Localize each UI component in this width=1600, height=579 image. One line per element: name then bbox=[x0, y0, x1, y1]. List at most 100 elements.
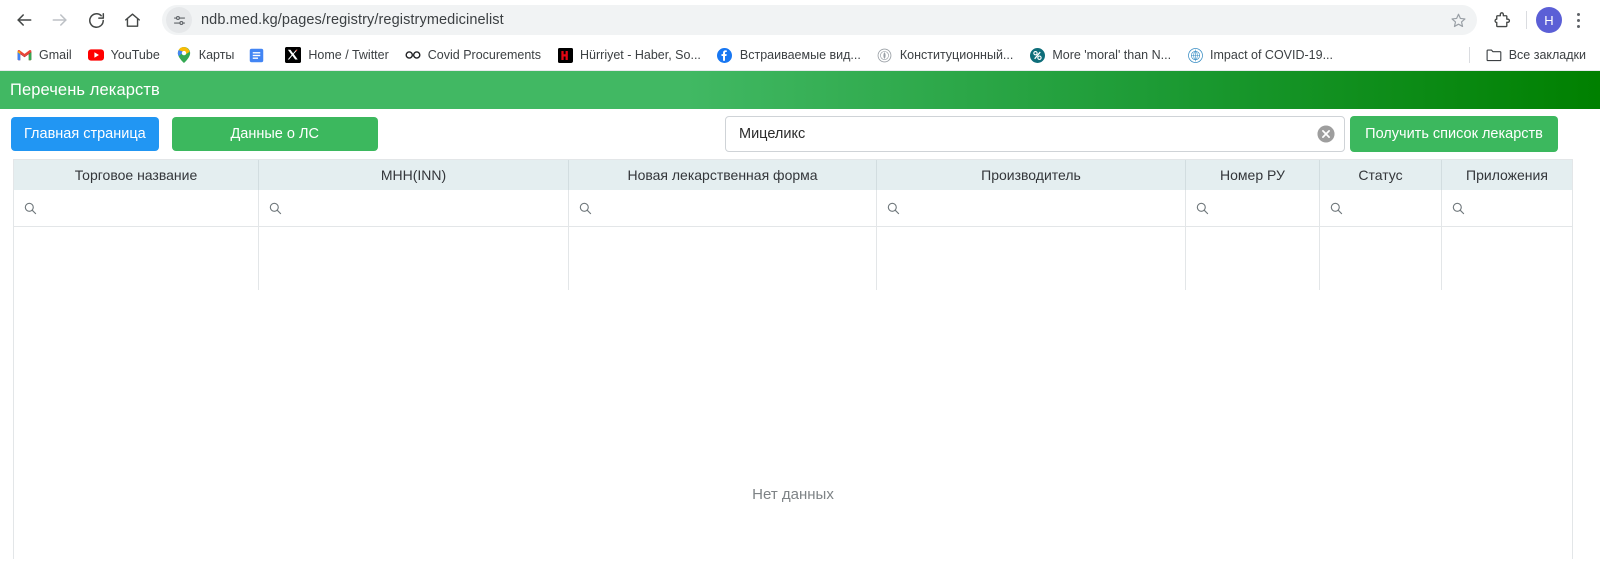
table-empty-area: Нет данных bbox=[13, 290, 1573, 559]
table-body-cell bbox=[14, 227, 259, 290]
avatar[interactable]: H bbox=[1536, 7, 1562, 33]
table-column-filter[interactable] bbox=[569, 190, 877, 226]
table-column-header[interactable]: МНН(INN) bbox=[259, 160, 569, 190]
search-icon bbox=[578, 201, 593, 216]
search-icon bbox=[1329, 201, 1344, 216]
extensions-puzzle-icon[interactable] bbox=[1485, 4, 1517, 36]
bookmark-label: Встраиваемые вид... bbox=[739, 48, 861, 62]
search-icon bbox=[886, 201, 901, 216]
app-header: Перечень лекарств bbox=[0, 71, 1600, 109]
table-column-filter[interactable] bbox=[1320, 190, 1442, 226]
emblem-icon bbox=[877, 47, 893, 63]
bookmark-constitutional[interactable]: Конституционный... bbox=[869, 43, 1022, 67]
bookmarks-bar: Gmail YouTube Карты Home / Twitter Covid… bbox=[0, 40, 1600, 71]
bookmark-gmail[interactable]: Gmail bbox=[8, 43, 80, 67]
page-title: Перечень лекарств bbox=[10, 80, 160, 99]
column-filter-input[interactable] bbox=[905, 199, 1185, 217]
menu-dot bbox=[1576, 18, 1580, 22]
link-chain-icon bbox=[405, 47, 421, 63]
forward-icon[interactable] bbox=[44, 4, 76, 36]
search-icon bbox=[1451, 201, 1466, 216]
bookmark-more-moral[interactable]: More 'moral' than N... bbox=[1021, 43, 1179, 67]
bookmark-docs[interactable] bbox=[242, 43, 277, 67]
table-filter-row bbox=[14, 190, 1572, 227]
empty-message: Нет данных bbox=[752, 486, 834, 503]
drug-data-button[interactable]: Данные о ЛС bbox=[171, 117, 378, 151]
toolbar-divider bbox=[1526, 11, 1527, 29]
medicine-table: Торговое название МНН(INN) Новая лекарстве… bbox=[13, 159, 1573, 290]
who-icon bbox=[1187, 47, 1203, 63]
bookmark-youtube[interactable]: YouTube bbox=[80, 43, 168, 67]
facebook-icon bbox=[717, 47, 733, 63]
bookmark-label: YouTube bbox=[110, 48, 160, 62]
bookmark-label: Карты bbox=[198, 48, 235, 62]
page-settings-icon[interactable] bbox=[166, 7, 192, 33]
table-column-header[interactable]: Статус bbox=[1320, 160, 1442, 190]
bookmark-twitter[interactable]: Home / Twitter bbox=[277, 43, 396, 67]
bookmark-label: Hürriyet - Haber, So... bbox=[580, 48, 701, 62]
google-maps-icon bbox=[176, 47, 192, 63]
omnibox[interactable]: ndb.med.kg/pages/registry/registrymedici… bbox=[162, 5, 1477, 35]
bookmark-label: Home / Twitter bbox=[308, 48, 389, 62]
gmail-icon bbox=[16, 47, 32, 63]
search-field-wrapper[interactable] bbox=[725, 116, 1345, 152]
search-icon bbox=[23, 201, 38, 216]
globe-icon bbox=[1029, 47, 1045, 63]
chrome-right-actions: H bbox=[1485, 4, 1592, 36]
bookmark-impact-covid[interactable]: Impact of COVID-19... bbox=[1179, 43, 1341, 67]
column-filter-input[interactable] bbox=[597, 199, 876, 217]
bookmark-star-icon[interactable] bbox=[1445, 7, 1471, 33]
all-bookmarks-label: Все закладки bbox=[1508, 48, 1586, 62]
search-input[interactable] bbox=[737, 125, 1316, 143]
table-body bbox=[14, 227, 1572, 290]
column-filter-input[interactable] bbox=[1470, 199, 1572, 217]
clear-circle-x-icon[interactable] bbox=[1316, 124, 1336, 144]
table-body-cell bbox=[1320, 227, 1442, 290]
home-page-button[interactable]: Главная страница bbox=[11, 117, 159, 151]
column-filter-input[interactable] bbox=[42, 199, 258, 217]
table-column-header[interactable]: Приложения bbox=[1442, 160, 1572, 190]
bookmark-label: Gmail bbox=[39, 48, 72, 62]
column-filter-input[interactable] bbox=[287, 199, 568, 217]
bookmark-hurriyet[interactable]: Hürriyet - Haber, So... bbox=[549, 43, 709, 67]
table-column-filter[interactable] bbox=[1442, 190, 1572, 226]
table-column-header[interactable]: Торговое название bbox=[14, 160, 259, 190]
three-dot-menu-icon[interactable] bbox=[1564, 4, 1592, 36]
action-bar: Главная страница Данные о ЛС Получить сп… bbox=[0, 109, 1600, 159]
folder-icon bbox=[1486, 47, 1502, 63]
table-column-header[interactable]: Номер РУ bbox=[1186, 160, 1320, 190]
table-body-cell bbox=[1442, 227, 1572, 290]
google-docs-icon bbox=[248, 47, 264, 63]
column-filter-input[interactable] bbox=[1348, 199, 1441, 217]
bookmark-facebook[interactable]: Встраиваемые вид... bbox=[709, 43, 869, 67]
search-icon bbox=[1195, 201, 1210, 216]
menu-dot bbox=[1576, 24, 1580, 28]
bookmark-covid-procurements[interactable]: Covid Procurements bbox=[397, 43, 549, 67]
all-bookmarks-button[interactable]: Все закладки bbox=[1478, 43, 1594, 67]
column-filter-input[interactable] bbox=[1214, 199, 1319, 217]
bookmarks-divider bbox=[1468, 47, 1470, 63]
x-twitter-icon bbox=[285, 47, 302, 63]
table-column-filter[interactable] bbox=[259, 190, 569, 226]
omnibox-url-text: ndb.med.kg/pages/registry/registrymedici… bbox=[201, 12, 504, 28]
back-icon[interactable] bbox=[8, 4, 40, 36]
youtube-icon bbox=[87, 47, 104, 63]
get-medicine-list-button[interactable]: Получить список лекарств bbox=[1350, 116, 1558, 152]
hurriyet-icon bbox=[557, 47, 573, 63]
browser-toolbar: ndb.med.kg/pages/registry/registrymedici… bbox=[0, 0, 1600, 40]
bookmark-label: Covid Procurements bbox=[427, 48, 542, 62]
table-column-filter[interactable] bbox=[1186, 190, 1320, 226]
bookmark-label: More 'moral' than N... bbox=[1052, 48, 1172, 62]
bookmark-maps[interactable]: Карты bbox=[168, 43, 243, 67]
menu-dot bbox=[1576, 12, 1580, 16]
home-icon[interactable] bbox=[116, 4, 148, 36]
table-column-header[interactable]: Новая лекарственная форма bbox=[569, 160, 877, 190]
table-column-header[interactable]: Производитель bbox=[877, 160, 1186, 190]
search-icon bbox=[268, 201, 283, 216]
browser-chrome: ndb.med.kg/pages/registry/registrymedici… bbox=[0, 0, 1600, 71]
table-column-filter[interactable] bbox=[877, 190, 1186, 226]
table-body-cell bbox=[259, 227, 569, 290]
table-column-filter[interactable] bbox=[14, 190, 259, 226]
reload-icon[interactable] bbox=[80, 4, 112, 36]
bookmark-label: Конституционный... bbox=[899, 48, 1014, 62]
